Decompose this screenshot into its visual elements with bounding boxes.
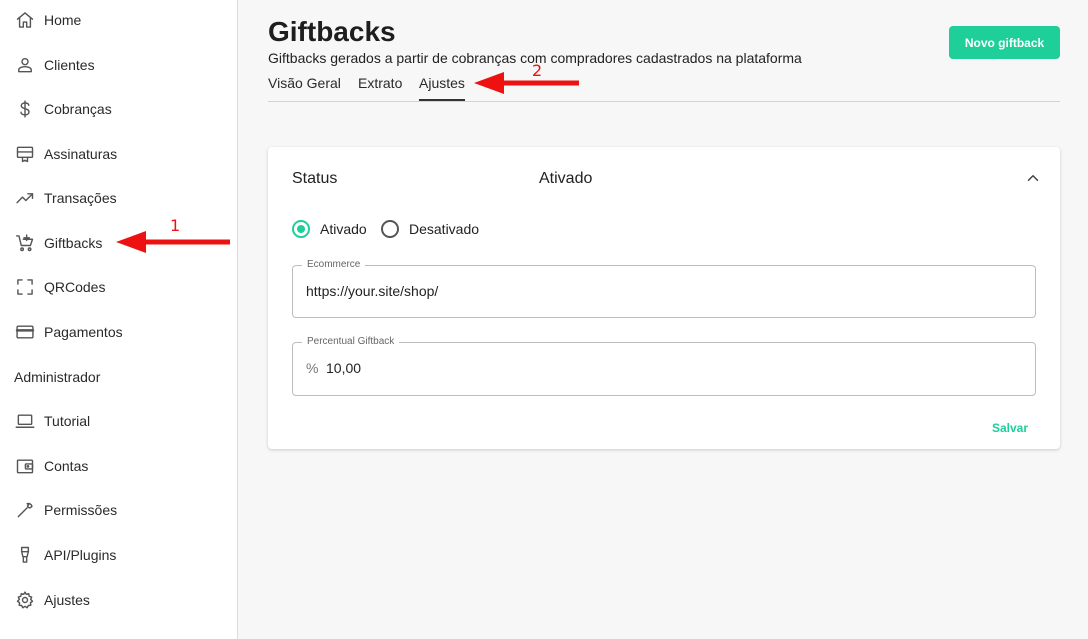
sidebar-item-clientes[interactable]: Clientes	[0, 45, 237, 85]
sidebar-item-api-plugins[interactable]: API/Plugins	[0, 535, 237, 575]
chevron-up-icon[interactable]	[1024, 169, 1042, 187]
sidebar-item-label: Clientes	[44, 57, 95, 73]
sidebar-item-label: Giftbacks	[44, 235, 103, 251]
annotation-number-2: 2	[532, 61, 543, 80]
page-title: Giftbacks	[268, 16, 396, 47]
radio-label: Ativado	[320, 221, 367, 237]
settings-card: Status Ativado Ativado Desativado Ecomme…	[268, 147, 1060, 449]
percentual-input[interactable]	[326, 360, 1006, 376]
wallet-icon	[14, 455, 36, 477]
sidebar-item-qrcodes[interactable]: QRCodes	[0, 267, 237, 307]
sidebar-item-label: Transações	[44, 190, 117, 206]
radio-checked-icon	[292, 220, 310, 238]
sidebar-item-label: Ajustes	[44, 592, 90, 608]
status-value: Ativado	[539, 170, 593, 187]
sidebar-item-label: API/Plugins	[44, 547, 117, 563]
sidebar-item-assinaturas[interactable]: Assinaturas	[0, 134, 237, 174]
sidebar-item-label: Pagamentos	[44, 324, 123, 340]
percent-prefix: %	[306, 360, 319, 376]
ecommerce-field: Ecommerce	[292, 259, 1036, 318]
radio-ativado[interactable]: Ativado	[292, 220, 367, 238]
sidebar-item-label: Contas	[44, 458, 89, 474]
plug-icon	[14, 544, 36, 566]
ecommerce-field-label: Ecommerce	[302, 259, 366, 270]
percentual-field-label: Percentual Giftback	[302, 336, 400, 347]
radio-desativado[interactable]: Desativado	[381, 220, 479, 238]
dollar-icon	[14, 98, 36, 120]
new-giftback-button[interactable]: Novo giftback	[949, 26, 1060, 59]
sidebar-item-transacoes[interactable]: Transações	[0, 178, 237, 218]
tab-visao-geral[interactable]: Visão Geral	[268, 75, 341, 99]
person-icon	[14, 54, 36, 76]
sidebar-item-ajustes[interactable]: Ajustes	[0, 580, 237, 620]
percentual-giftback-field: Percentual Giftback %	[292, 336, 1036, 396]
sidebar-item-permissoes[interactable]: Permissões	[0, 490, 237, 530]
trending-up-icon	[14, 187, 36, 209]
annotation-arrow-2	[474, 72, 579, 94]
status-label: Status	[292, 170, 338, 187]
sidebar-item-label: Permissões	[44, 502, 118, 518]
sidebar-item-label: Tutorial	[44, 413, 91, 429]
sidebar-item-label: QRCodes	[44, 279, 106, 295]
sidebar-item-label: Assinaturas	[44, 146, 118, 162]
sidebar-item-cobrancas[interactable]: Cobranças	[0, 89, 237, 129]
tab-extrato[interactable]: Extrato	[358, 75, 402, 99]
scan-frame-icon	[14, 276, 36, 298]
radio-unchecked-icon	[381, 220, 399, 238]
radio-label: Desativado	[409, 221, 480, 237]
wrench-icon	[14, 499, 36, 521]
ecommerce-input[interactable]	[306, 283, 1006, 299]
gear-icon	[14, 589, 36, 611]
sidebar-item-label: Home	[44, 12, 82, 28]
home-icon	[14, 9, 36, 31]
sidebar-item-tutorial[interactable]: Tutorial	[0, 401, 237, 441]
annotation-number-1: 1	[170, 216, 181, 235]
card-stand-icon	[14, 143, 36, 165]
credit-card-icon	[14, 321, 36, 343]
sidebar-section-title: Administrador	[14, 369, 101, 385]
sidebar: Home Clientes Cobranças Assinaturas Tran…	[0, 0, 238, 639]
laptop-icon	[14, 410, 36, 432]
sidebar-item-home[interactable]: Home	[0, 0, 237, 40]
save-button[interactable]: Salvar	[992, 421, 1028, 435]
cart-plus-icon	[14, 232, 36, 254]
tab-bar: Visão Geral Extrato Ajustes	[268, 70, 1060, 102]
tab-ajustes[interactable]: Ajustes	[419, 75, 465, 101]
sidebar-item-pagamentos[interactable]: Pagamentos	[0, 312, 237, 352]
sidebar-item-label: Cobranças	[44, 101, 112, 117]
main-content: Giftbacks Giftbacks gerados a partir de …	[238, 0, 1088, 639]
sidebar-item-contas[interactable]: Contas	[0, 446, 237, 486]
